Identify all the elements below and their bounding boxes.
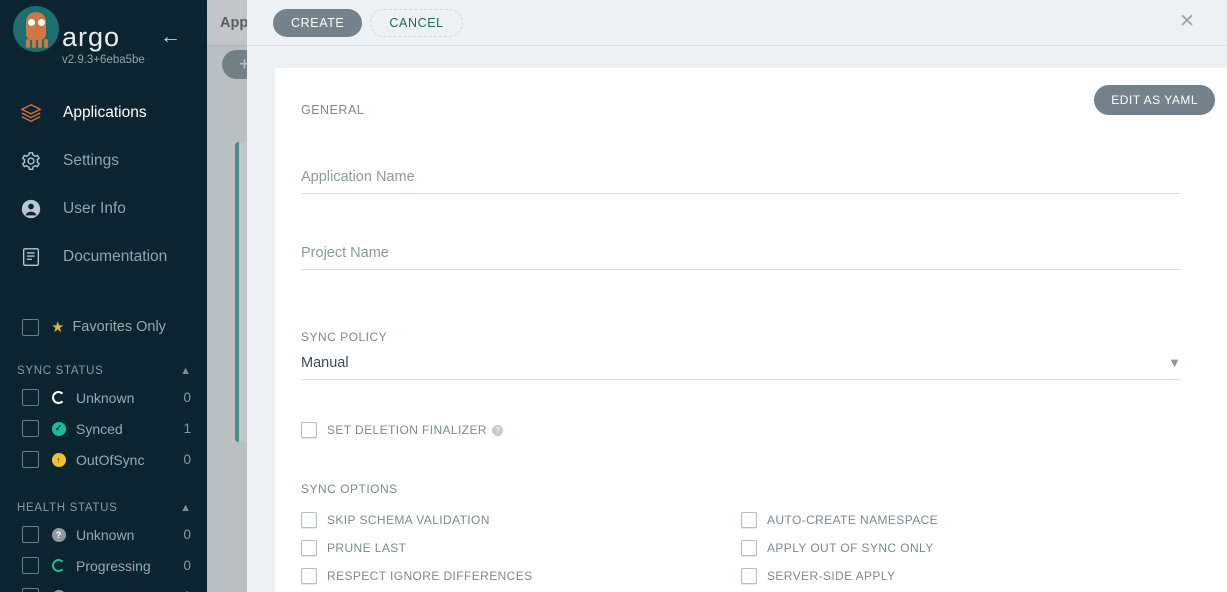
brand-header: argo v2.9.3+6eba5be ← — [0, 0, 207, 80]
filter-count: 0 — [183, 452, 191, 467]
sync-option-label: RESPECT IGNORE DIFFERENCES — [327, 569, 533, 583]
sync-option-server-side-apply[interactable]: SERVER-SIDE APPLY — [741, 568, 1181, 584]
sync-option-label: SERVER-SIDE APPLY — [767, 569, 895, 583]
sync-status-section-header[interactable]: SYNC STATUS ▲ — [0, 360, 207, 382]
filter-count: 0 — [183, 390, 191, 405]
close-icon[interactable]: ✕ — [1179, 12, 1195, 31]
filter-checkbox[interactable] — [22, 526, 39, 543]
sync-option-auto-create-namespace[interactable]: AUTO-CREATE NAMESPACE — [741, 512, 1181, 528]
argo-version: v2.9.3+6eba5be — [62, 54, 145, 66]
sidebar-item-label: Documentation — [63, 248, 167, 266]
sidebar: argo v2.9.3+6eba5be ← Applications — [0, 0, 207, 592]
sync-options-grid: SKIP SCHEMA VALIDATION AUTO-CREATE NAMES… — [301, 512, 1181, 584]
app-root: Appli + argo v2.9.3+6eba5be ← — [0, 0, 1227, 592]
sidebar-nav: Applications Settings — [0, 96, 207, 274]
chevron-down-icon[interactable]: ▼ — [1168, 356, 1181, 369]
cancel-button[interactable]: CANCEL — [370, 9, 462, 37]
caret-up-icon[interactable]: ▲ — [180, 503, 191, 514]
pause-circle-icon: ❚❚ — [50, 588, 67, 592]
sync-option-label: AUTO-CREATE NAMESPACE — [767, 513, 938, 527]
sidebar-item-label: Settings — [63, 152, 119, 170]
favorites-only-checkbox[interactable] — [22, 319, 39, 336]
filter-label: Unknown — [76, 390, 183, 406]
favorites-only-label: Favorites Only — [72, 319, 165, 335]
sync-option-checkbox[interactable] — [741, 540, 757, 556]
sidebar-item-applications[interactable]: Applications — [0, 96, 207, 130]
sync-option-checkbox[interactable] — [301, 540, 317, 556]
create-button[interactable]: CREATE — [273, 9, 362, 37]
gear-icon — [20, 150, 52, 172]
sync-option-label: SKIP SCHEMA VALIDATION — [327, 513, 490, 527]
caret-up-icon[interactable]: ▲ — [180, 366, 191, 377]
set-deletion-finalizer-label: SET DELETION FINALIZER — [327, 423, 487, 437]
user-circle-icon — [20, 198, 52, 220]
filter-checkbox[interactable] — [22, 420, 39, 437]
sync-status-title: SYNC STATUS — [17, 365, 104, 377]
sidebar-item-user-info[interactable]: User Info — [0, 192, 207, 226]
sync-status-filter-unknown[interactable]: Unknown 0 — [0, 382, 207, 413]
sidebar-item-label: Applications — [63, 104, 147, 122]
set-deletion-finalizer-checkbox[interactable] — [301, 422, 317, 438]
filter-count: 1 — [183, 421, 191, 436]
sync-policy-value: Manual — [301, 355, 1168, 371]
filter-checkbox[interactable] — [22, 557, 39, 574]
filter-checkbox[interactable] — [22, 451, 39, 468]
application-name-input[interactable] — [301, 160, 1181, 194]
sync-option-respect-ignore-differences[interactable]: RESPECT IGNORE DIFFERENCES — [301, 568, 741, 584]
sync-option-apply-out-of-sync-only[interactable]: APPLY OUT OF SYNC ONLY — [741, 540, 1181, 556]
sync-option-label: PRUNE LAST — [327, 541, 406, 555]
sync-status-filter-synced[interactable]: ✓ Synced 1 — [0, 413, 207, 444]
health-status-filter-unknown[interactable]: ? Unknown 0 — [0, 519, 207, 550]
sync-policy-label: SYNC POLICY — [301, 330, 387, 344]
sync-option-checkbox[interactable] — [301, 512, 317, 528]
set-deletion-finalizer-row[interactable]: SET DELETION FINALIZER ? — [301, 422, 503, 438]
filter-count: 0 — [183, 558, 191, 573]
filter-label: Synced — [76, 421, 183, 437]
layers-icon — [20, 102, 52, 124]
sync-option-checkbox[interactable] — [741, 512, 757, 528]
application-form-card: GENERAL EDIT AS YAML SYNC POLICY Manual … — [275, 68, 1227, 592]
sidebar-item-label: User Info — [63, 200, 126, 218]
sync-options-label: SYNC OPTIONS — [301, 482, 398, 496]
health-status-filter-suspended[interactable]: ❚❚ Suspended 0 — [0, 581, 207, 592]
sync-option-checkbox[interactable] — [301, 568, 317, 584]
sidebar-item-documentation[interactable]: Documentation — [0, 240, 207, 274]
health-status-section-header[interactable]: HEALTH STATUS ▲ — [0, 497, 207, 519]
create-application-modal: CREATE CANCEL ✕ GENERAL EDIT AS YAML SYN… — [247, 0, 1227, 592]
check-circle-icon: ✓ — [50, 420, 67, 437]
filter-label: OutOfSync — [76, 452, 183, 468]
project-name-input[interactable] — [301, 236, 1181, 270]
sync-option-label: APPLY OUT OF SYNC ONLY — [767, 541, 934, 555]
ring-icon — [50, 389, 67, 406]
favorites-only-filter[interactable]: ★ Favorites Only — [0, 314, 207, 340]
filter-label: Suspended — [76, 589, 183, 592]
health-status-title: HEALTH STATUS — [17, 502, 117, 514]
arrow-left-icon[interactable]: ← — [160, 26, 181, 47]
filter-checkbox[interactable] — [22, 588, 39, 592]
project-name-field[interactable] — [301, 236, 1181, 270]
sync-option-prune-last[interactable]: PRUNE LAST — [301, 540, 741, 556]
filter-count: 0 — [183, 527, 191, 542]
book-icon — [20, 246, 52, 268]
general-section-label: GENERAL — [301, 103, 364, 117]
argo-mascot-logo — [13, 6, 59, 52]
sync-status-filter-outofsync[interactable]: ↑ OutOfSync 0 — [0, 444, 207, 475]
modal-toolbar: CREATE CANCEL ✕ — [247, 0, 1227, 46]
star-icon: ★ — [51, 320, 64, 335]
help-circle-icon[interactable]: ? — [492, 425, 503, 436]
sync-option-skip-schema-validation[interactable]: SKIP SCHEMA VALIDATION — [301, 512, 741, 528]
sync-policy-select[interactable]: Manual ▼ — [301, 346, 1181, 380]
question-circle-icon: ? — [50, 526, 67, 543]
ring-icon — [50, 557, 67, 574]
filter-checkbox[interactable] — [22, 389, 39, 406]
argo-wordmark: argo — [62, 22, 120, 53]
sidebar-item-settings[interactable]: Settings — [0, 144, 207, 178]
filter-label: Progressing — [76, 558, 183, 574]
arrow-up-circle-icon: ↑ — [50, 451, 67, 468]
filter-label: Unknown — [76, 527, 183, 543]
sync-option-checkbox[interactable] — [741, 568, 757, 584]
application-name-field[interactable] — [301, 160, 1181, 194]
edit-as-yaml-button[interactable]: EDIT AS YAML — [1094, 85, 1215, 115]
health-status-filter-progressing[interactable]: Progressing 0 — [0, 550, 207, 581]
